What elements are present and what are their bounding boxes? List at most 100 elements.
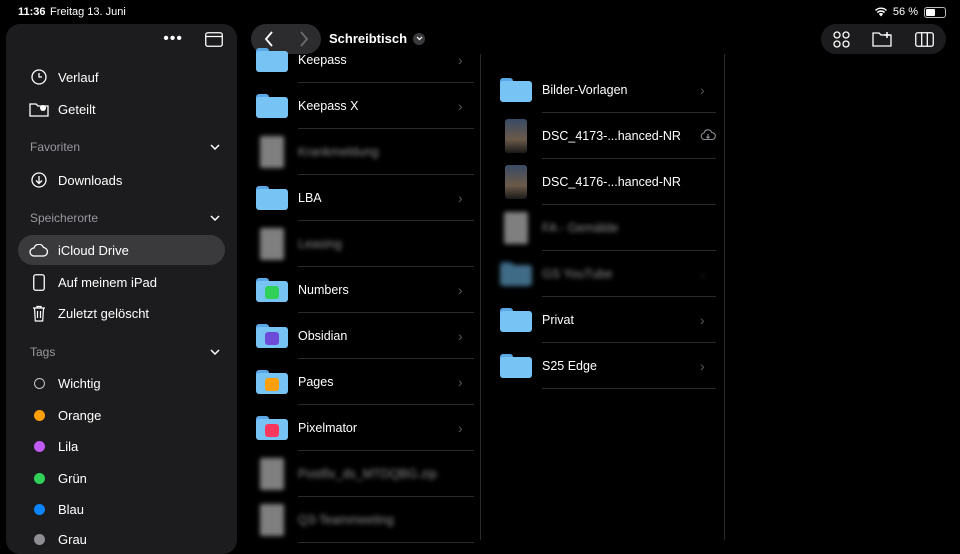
tag-dot-icon [33,503,45,515]
list-item[interactable]: Leasing [248,221,478,267]
tag-empty-dot-icon [33,377,45,389]
file-name: GS YouTube [542,267,613,281]
app-badge-icon [265,332,279,345]
list-item[interactable]: LBA › [248,175,478,221]
list-item[interactable]: Q3-Teammeeting [248,497,478,543]
file-name: Privat [542,313,574,327]
tag-blau[interactable]: Blau [18,494,225,524]
section-speicherorte[interactable]: Speicherorte [30,211,220,225]
sidebar-item-auf-meinem-ipad[interactable]: Auf meinem iPad [18,267,225,297]
tag-orange[interactable]: Orange [18,400,225,430]
list-item[interactable]: S25 Edge › [492,343,720,389]
sidebar-toggle-icon[interactable] [205,31,223,47]
folder-icon [256,416,288,440]
sidebar-item-verlauf[interactable]: Verlauf [18,62,225,92]
file-name: Pixelmator [298,421,358,435]
section-favoriten[interactable]: Favoriten [30,140,220,154]
clock-icon [28,69,50,85]
folder-icon [256,186,288,210]
section-tags[interactable]: Tags [30,345,220,359]
chevron-right-icon: › [700,312,705,328]
toolbar-right-actions [821,24,946,54]
tag-dot-icon [33,440,45,452]
column-divider [480,54,481,540]
sidebar-item-label: Auf meinem iPad [58,274,157,290]
list-item[interactable]: Keepass › [248,37,478,83]
file-name: Pages [298,375,334,389]
tag-lila[interactable]: Lila [18,431,225,461]
group-view-icon[interactable] [833,30,850,48]
file-name: Leasing [298,237,342,251]
cloud-download-icon[interactable] [700,128,720,144]
list-item[interactable]: DSC_4176-...hanced-NR [492,159,720,205]
list-item[interactable]: GS YouTube › [492,251,720,297]
list-item[interactable]: Pixelmator › [248,405,478,451]
list-item[interactable]: Bilder-Vorlagen › [492,67,720,113]
sidebar-item-label: Verlauf [58,69,99,85]
list-item[interactable]: DSC_4173-...hanced-NR [492,113,720,159]
sidebar-item-icloud-drive[interactable]: iCloud Drive [18,235,225,265]
list-item[interactable]: Postfix_ds_MTDQBG.zip [248,451,478,497]
file-name: Krankmeldung [298,145,379,159]
tag-dot-icon [33,472,45,484]
list-item[interactable]: FA - Gemälde [492,205,720,251]
list-item[interactable]: Obsidian › [248,313,478,359]
list-item[interactable]: Keepass X › [248,83,478,129]
sidebar-item-label: iCloud Drive [58,242,129,258]
sidebar-item-geteilt[interactable]: Geteilt [18,94,225,124]
file-name: S25 Edge [542,359,597,373]
tag-label: Wichtig [58,375,101,391]
section-title: Speicherorte [30,211,99,225]
tag-wichtig[interactable]: Wichtig [18,368,225,398]
chevron-right-icon: › [700,266,705,282]
tag-dot-icon [33,533,45,545]
chevron-down-icon [210,215,220,221]
document-icon [260,228,284,260]
sidebar-item-label: Zuletzt gelöscht [58,305,150,321]
chevron-right-icon: › [458,190,463,206]
tag-label: Grün [58,470,87,486]
document-icon [504,212,528,244]
status-right: 56 % [874,6,946,18]
section-title: Tags [30,345,56,359]
wifi-icon [874,7,887,17]
more-icon[interactable]: ••• [163,30,183,48]
file-name: FA - Gemälde [542,221,619,235]
chevron-right-icon: › [458,374,463,390]
list-item[interactable]: Privat › [492,297,720,343]
list-item[interactable]: Numbers › [248,267,478,313]
folder-icon [256,324,288,348]
folder-icon [256,278,288,302]
file-name: DSC_4176-...hanced-NR [542,175,681,189]
sidebar-item-label: Downloads [58,172,123,188]
trash-icon [28,305,50,322]
tag-gruen[interactable]: Grün [18,463,225,493]
sidebar-item-downloads[interactable]: Downloads [18,165,225,195]
document-icon [260,504,284,536]
cloud-icon [28,243,50,257]
photo-thumbnail [505,119,527,153]
column-divider [724,54,725,540]
list-item[interactable]: Krankmeldung [248,129,478,175]
file-name: Bilder-Vorlagen [542,83,628,97]
folder-icon [500,262,532,286]
tag-dot-icon [33,409,45,421]
new-folder-icon[interactable] [872,31,893,47]
sidebar: ••• Verlauf Geteilt Favoriten Downloads … [6,24,237,554]
folder-icon [256,48,288,72]
battery-percent: 56 % [892,6,918,18]
column-view-icon[interactable] [915,31,934,47]
battery-icon [924,6,946,18]
file-name: Postfix_ds_MTDQBG.zip [298,467,437,481]
chevron-right-icon: › [458,328,463,344]
sidebar-item-label: Geteilt [58,101,96,117]
status-bar: 11:36 Freitag 13. Juni 56 % [0,0,960,24]
list-item[interactable]: Pages › [248,359,478,405]
tag-grau[interactable]: Grau [18,524,225,554]
sidebar-item-zuletzt-geloescht[interactable]: Zuletzt gelöscht [18,298,225,328]
folder-icon [256,370,288,394]
download-icon [28,172,50,188]
chevron-down-icon [210,349,220,355]
sidebar-top-actions: ••• [163,30,223,48]
tag-label: Orange [58,407,102,423]
